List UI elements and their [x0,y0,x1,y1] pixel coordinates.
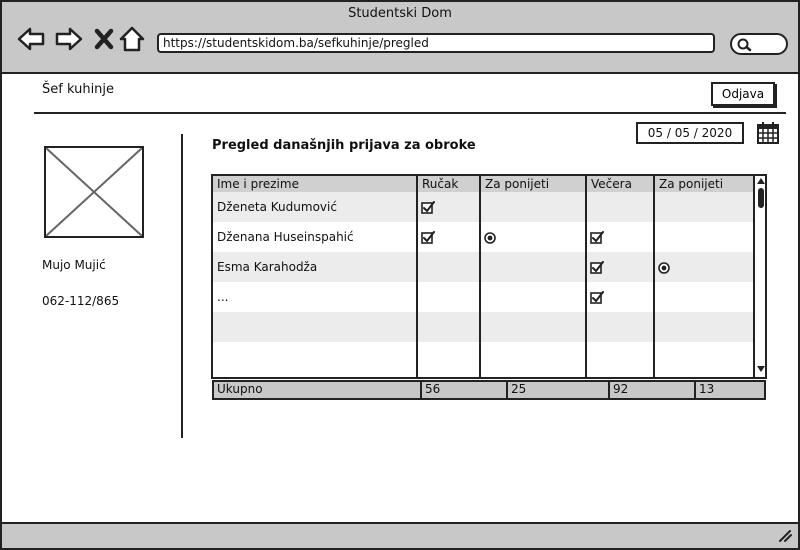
url-input[interactable]: https://studentskidom.ba/sefkuhinje/preg… [157,33,715,53]
image-placeholder-icon [45,147,143,237]
column-header-name[interactable]: Ime i prezime [213,176,418,192]
checkbox-checked-icon[interactable] [421,231,435,245]
table-row[interactable]: Dženana Huseinspahić [213,222,753,252]
total-lunch-takeaway: 25 [511,382,527,396]
logout-button[interactable]: Odjava [711,82,775,106]
app-window: Studentski Dom https://studentskidom.ba/… [0,0,800,550]
student-name [213,342,416,372]
window-title: Studentski Dom [348,6,452,21]
student-name: Dženeta Kudumović [217,200,337,214]
scroll-up-arrow-icon[interactable] [756,177,766,185]
browser-search-field[interactable] [730,33,788,55]
totals-label: Ukupno [217,382,263,396]
total-dinner-takeaway: 13 [699,382,715,396]
total-dinner: 92 [613,382,629,396]
home-icon[interactable] [118,24,148,54]
checkbox-checked-icon[interactable] [421,201,435,215]
calendar-icon[interactable] [756,121,780,145]
table-row[interactable]: Esma Karahodža [213,252,753,282]
table-row[interactable] [213,342,753,372]
column-header-dinner[interactable]: Večera [587,176,655,192]
search-icon [737,38,752,52]
header-divider [34,112,786,114]
column-header-lunch-takeaway[interactable]: Za ponijeti [481,176,587,192]
checkbox-checked-icon[interactable] [590,261,604,275]
scrollbar-thumb[interactable] [758,188,764,208]
page-title: Pregled današnjih prijava za obroke [212,138,476,153]
student-name: Esma Karahodža [217,260,318,274]
resize-handle-icon[interactable] [778,530,792,542]
back-arrow-icon[interactable] [16,24,46,54]
avatar-placeholder [44,146,144,238]
table-scrollbar[interactable] [753,176,766,377]
column-header-lunch[interactable]: Ručak [418,176,481,192]
checkbox-checked-icon[interactable] [590,231,604,245]
user-phone: 062-112/865 [42,294,120,308]
column-divider [479,176,481,377]
radio-selected-icon[interactable] [484,231,498,245]
table-row[interactable]: ... [213,282,753,312]
student-name: Dženana Huseinspahić [217,230,354,244]
checkbox-checked-icon[interactable] [590,291,604,305]
column-divider [416,176,418,377]
date-field[interactable]: 05 / 05 / 2020 [636,122,744,144]
column-divider [653,176,655,377]
column-divider [585,176,587,377]
totals-row: Ukupno 56 25 92 13 [212,380,766,400]
table-row[interactable] [213,312,753,342]
stop-icon[interactable] [90,24,120,54]
forward-arrow-icon[interactable] [54,24,84,54]
meal-registrations-table: Ime i prezime Ručak Za ponijeti Večera Z… [211,174,767,379]
sidebar-divider [181,134,183,438]
total-lunch: 56 [425,382,441,396]
table-header-row: Ime i prezime Ručak Za ponijeti Večera Z… [213,176,753,192]
student-name: ... [217,290,229,304]
table-row[interactable]: Dženeta Kudumović [213,192,753,222]
student-name [213,312,416,342]
app-name: Šef kuhinje [42,82,115,97]
user-name: Mujo Mujić [42,258,106,272]
scroll-down-arrow-icon[interactable] [756,365,766,373]
browser-toolbar: Studentski Dom https://studentskidom.ba/… [2,2,798,74]
column-header-dinner-takeaway[interactable]: Za ponijeti [655,176,753,192]
radio-selected-icon[interactable] [658,261,672,275]
status-bar [2,522,798,548]
